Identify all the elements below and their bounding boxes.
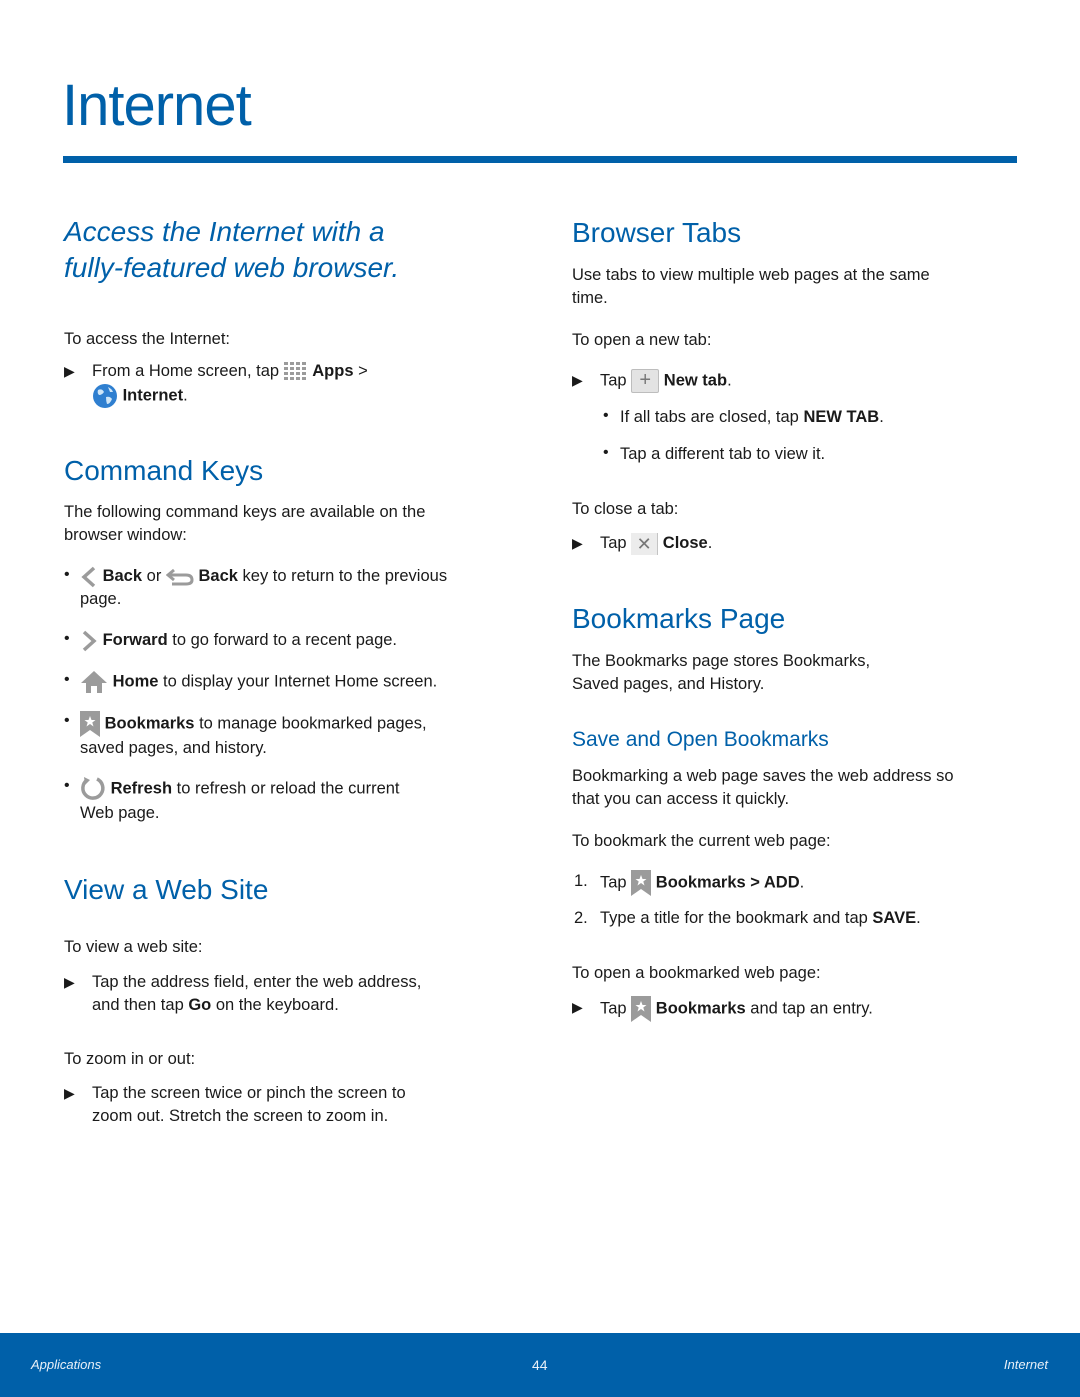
footer-section: Applications — [31, 1357, 102, 1372]
bookmark-lead: To bookmark the current web page: — [572, 832, 831, 850]
open-bookmark-step: Tap Bookmarks and tap an entry. — [600, 996, 873, 1022]
step-number: 1. — [574, 872, 588, 890]
bullet: • — [64, 777, 70, 794]
command-key-forward: Forward to go forward to a recent page. — [80, 629, 520, 652]
command-key-refresh: Refresh to refresh or reload the current… — [80, 776, 520, 825]
close-tab-step: Tap ✕ Close. — [600, 532, 713, 555]
plus-icon: + — [631, 369, 660, 393]
view-site-lead: To view a web site: — [64, 938, 203, 956]
arrow-icon: ▶ — [572, 999, 583, 1015]
apps-grid-icon — [283, 361, 306, 380]
page-footer: Applications 44 Internet — [0, 1333, 1080, 1397]
intro-line-1: Access the Internet with a — [64, 216, 385, 247]
browser-tabs-heading: Browser Tabs — [572, 217, 742, 248]
bookmark-icon — [80, 711, 100, 737]
bullet: • — [64, 712, 70, 729]
bookmarks-page-desc: The Bookmarks page stores Bookmarks, Sav… — [572, 652, 871, 693]
back-key-icon — [165, 568, 194, 586]
zoom-step: Tap the screen twice or pinch the screen… — [92, 1084, 406, 1125]
bookmark-step-2: Type a title for the bookmark and tap SA… — [600, 909, 921, 927]
page-title: Internet — [62, 73, 252, 138]
bookmarks-page-heading: Bookmarks Page — [572, 603, 786, 634]
bullet: • — [603, 444, 609, 461]
save-open-bookmarks-subheading: Save and Open Bookmarks — [572, 728, 829, 751]
title-rule — [63, 156, 1017, 163]
internet-globe-icon — [93, 384, 117, 408]
bullet: • — [64, 671, 70, 688]
arrow-icon: ▶ — [64, 974, 75, 990]
command-key-back: Back or Back key to return to the previo… — [80, 566, 448, 608]
intro-line-2: fully-featured web browser. — [64, 252, 400, 283]
new-tab-sub-1: If all tabs are closed, tap NEW TAB. — [620, 408, 884, 426]
arrow-icon: ▶ — [572, 372, 583, 388]
bullet: • — [603, 407, 609, 424]
close-tab-lead: To close a tab: — [572, 500, 679, 518]
zoom-lead: To zoom in or out: — [64, 1050, 196, 1068]
intro-text: Access the Internet with a fully-feature… — [64, 214, 399, 286]
bullet: • — [64, 566, 70, 583]
bullet: • — [64, 630, 70, 647]
command-keys-heading: Command Keys — [64, 455, 264, 486]
browser-tabs-desc: Use tabs to view multiple web pages at t… — [572, 266, 930, 307]
back-chevron-icon — [81, 566, 96, 587]
command-keys-desc: The following command keys are available… — [64, 503, 426, 544]
open-bookmark-lead: To open a bookmarked web page: — [572, 964, 821, 982]
bookmark-icon — [631, 870, 652, 896]
forward-chevron-icon — [82, 630, 97, 651]
command-key-home: Home to display your Internet Home scree… — [80, 670, 520, 694]
close-x-icon: ✕ — [631, 532, 659, 555]
new-tab-sub-2: Tap a different tab to view it. — [620, 445, 826, 463]
bookmark-step-1: Tap Bookmarks > ADD. — [600, 870, 804, 896]
view-site-heading: View a Web Site — [64, 874, 269, 905]
home-icon — [81, 671, 107, 693]
step-number: 2. — [574, 909, 588, 927]
access-step: From a Home screen, tap Apps > Internet. — [92, 360, 512, 409]
arrow-icon: ▶ — [64, 363, 75, 379]
page-number: 44 — [532, 1357, 548, 1373]
open-tab-lead: To open a new tab: — [572, 331, 712, 349]
view-site-step: Tap the address field, enter the web add… — [92, 973, 422, 1014]
refresh-icon — [81, 777, 105, 800]
command-key-bookmarks: Bookmarks to manage bookmarked pages, sa… — [80, 711, 520, 760]
bookmark-icon — [631, 996, 652, 1022]
save-open-desc: Bookmarking a web page saves the web add… — [572, 767, 954, 808]
arrow-icon: ▶ — [64, 1085, 75, 1101]
footer-chapter: Internet — [1003, 1357, 1048, 1372]
new-tab-step: Tap + New tab. — [600, 369, 732, 393]
arrow-icon: ▶ — [572, 535, 583, 551]
access-lead: To access the Internet: — [64, 330, 231, 348]
